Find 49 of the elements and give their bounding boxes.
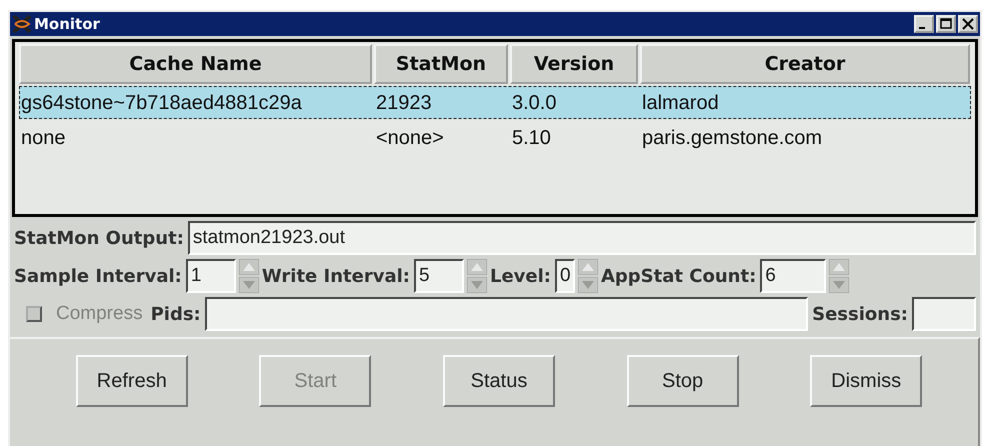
spin-up-icon[interactable]	[578, 259, 598, 275]
action-button[interactable]: Dismiss	[810, 355, 922, 407]
field-label: Write Interval:	[262, 264, 410, 288]
table-cell: lalmarod	[641, 92, 719, 114]
table-row[interactable]: gs64stone~7b718aed4881c29a 21923 3.0.0 lalmarod	[19, 86, 971, 119]
table-cell: none	[20, 126, 66, 148]
column-header[interactable]: StatMon	[374, 44, 508, 84]
table-row[interactable]: none <none> 5.10 paris.gemstone.com	[19, 121, 971, 154]
table-cell: gs64stone~7b718aed4881c29a	[20, 92, 302, 114]
app-icon	[12, 12, 32, 36]
field-label: Pids:	[150, 302, 201, 326]
checkbox-label: Compress	[56, 302, 143, 326]
spinner-field[interactable]: 1	[186, 259, 236, 293]
spin-down-icon[interactable]	[829, 277, 850, 293]
sessions-field[interactable]	[912, 297, 976, 331]
table-cell: <none>	[375, 126, 444, 148]
maximize-icon	[939, 17, 953, 31]
spin-up-icon[interactable]	[466, 259, 487, 275]
field-label: Level:	[490, 264, 551, 288]
field-label: AppStat Count:	[600, 264, 756, 288]
spin-up-icon[interactable]	[238, 259, 259, 275]
field-label: StatMon Output:	[14, 226, 184, 250]
field-label: Sample Interval:	[14, 264, 182, 288]
spin-down-icon[interactable]	[578, 277, 598, 293]
spinner-field[interactable]: 5	[414, 259, 464, 293]
table-cell: paris.gemstone.com	[641, 126, 822, 148]
close-button[interactable]	[958, 15, 978, 33]
spinner-field[interactable]: 0	[554, 259, 575, 293]
table-cell: 5.10	[511, 126, 551, 148]
close-icon	[961, 17, 975, 31]
column-header[interactable]: Cache Name	[19, 44, 372, 84]
spin-down-icon[interactable]	[466, 277, 487, 293]
window-title: Monitor	[34, 14, 100, 35]
column-header[interactable]: Version	[510, 44, 638, 84]
output-file-field[interactable]: statmon21923.out	[188, 221, 976, 255]
column-header[interactable]: Creator	[640, 44, 970, 84]
action-button[interactable]: Status	[442, 355, 555, 407]
action-button[interactable]: Stop	[626, 355, 739, 407]
maximize-button[interactable]	[936, 15, 956, 33]
pids-field[interactable]	[204, 297, 808, 331]
action-button[interactable]: Refresh	[76, 355, 188, 407]
table-cell: 3.0.0	[511, 92, 556, 114]
spin-down-icon[interactable]	[238, 277, 259, 293]
spin-up-icon[interactable]	[829, 259, 850, 275]
spinner-field[interactable]: 6	[760, 259, 826, 293]
minimize-button[interactable]	[914, 15, 934, 33]
field-label: Sessions:	[812, 302, 908, 326]
table-cell: 21923	[375, 92, 432, 114]
minimize-icon	[919, 27, 925, 29]
